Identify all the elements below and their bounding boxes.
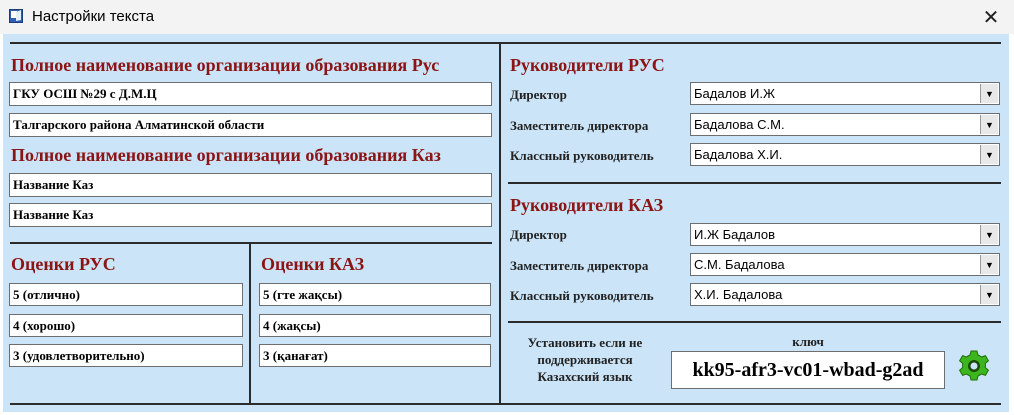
- grades-divider: [249, 242, 251, 404]
- leaders-kaz-heading: Руководители КАЗ: [510, 195, 664, 215]
- gear-icon[interactable]: [956, 348, 992, 384]
- window-title: Настройки текста: [32, 8, 155, 25]
- kazakh-support-note: Установить если не поддерживается Казахс…: [511, 334, 659, 385]
- application-icon: [9, 9, 23, 23]
- org-kaz-heading: Полное наименование организации образова…: [11, 145, 441, 165]
- rus-deputy-value: Бадалова С.М.: [694, 117, 785, 132]
- grade-rus-4-field[interactable]: 4 (хорошо): [9, 314, 243, 337]
- chevron-down-icon[interactable]: ▼: [980, 285, 998, 304]
- kaz-deputy-label: Заместитель директора: [510, 258, 649, 273]
- close-icon: ✕: [982, 6, 1000, 29]
- close-button[interactable]: ✕: [968, 0, 1014, 34]
- top-divider: [10, 42, 1001, 44]
- kaz-class-teacher-value: Х.И. Бадалова: [694, 287, 783, 302]
- grade-kaz-5-field[interactable]: 5 (гте жақсы): [259, 283, 491, 306]
- kaz-class-teacher-select[interactable]: Х.И. Бадалова ▼: [690, 283, 1000, 306]
- grade-kaz-3-field[interactable]: 3 (қанағат): [259, 344, 491, 367]
- rus-director-select[interactable]: Бадалов И.Ж ▼: [690, 82, 1000, 105]
- title-bar: Настройки текста ✕: [0, 0, 1014, 34]
- note-line-3: Казахский язык: [537, 369, 633, 384]
- rus-director-label: Директор: [510, 87, 567, 102]
- leaders-rus-heading: Руководители РУС: [510, 55, 665, 75]
- rus-deputy-label: Заместитель директора: [510, 118, 649, 133]
- rus-class-teacher-value: Бадалова Х.И.: [694, 147, 783, 162]
- bottom-divider: [10, 403, 1001, 405]
- chevron-down-icon[interactable]: ▼: [980, 145, 998, 164]
- right-section-divider-1: [508, 182, 1001, 184]
- rus-class-teacher-select[interactable]: Бадалова Х.И. ▼: [690, 143, 1000, 166]
- license-key-field[interactable]: kk95-afr3-vc01-wbad-g2ad: [671, 351, 945, 389]
- org-kaz-line1-field[interactable]: Название Каз: [9, 173, 492, 197]
- org-rus-line1-field[interactable]: ГКУ ОСШ №29 с Д.М.Ц: [9, 82, 492, 106]
- key-label: ключ: [792, 334, 824, 349]
- grades-rus-heading: Оценки РУС: [11, 254, 116, 274]
- rus-class-teacher-label: Классный руководитель: [510, 148, 654, 163]
- note-line-1: Установить если не: [527, 335, 643, 350]
- grade-kaz-4-field[interactable]: 4 (жақсы): [259, 314, 491, 337]
- note-line-2: поддерживается: [537, 352, 633, 367]
- grade-rus-3-field[interactable]: 3 (удовлетворительно): [9, 344, 243, 367]
- chevron-down-icon[interactable]: ▼: [980, 255, 998, 274]
- kaz-deputy-select[interactable]: С.М. Бадалова ▼: [690, 253, 1000, 276]
- kaz-director-value: И.Ж Бадалов: [694, 227, 776, 242]
- left-section-divider: [10, 242, 492, 244]
- kaz-class-teacher-label: Классный руководитель: [510, 288, 654, 303]
- chevron-down-icon[interactable]: ▼: [980, 225, 998, 244]
- kaz-director-select[interactable]: И.Ж Бадалов ▼: [690, 223, 1000, 246]
- grades-kaz-heading: Оценки КАЗ: [261, 254, 365, 274]
- grade-rus-5-field[interactable]: 5 (отлично): [9, 283, 243, 306]
- settings-panel: Полное наименование организации образова…: [3, 34, 1009, 412]
- right-section-divider-2: [508, 321, 1001, 323]
- kaz-deputy-value: С.М. Бадалова: [694, 257, 785, 272]
- rus-deputy-select[interactable]: Бадалова С.М. ▼: [690, 113, 1000, 136]
- rus-director-value: Бадалов И.Ж: [694, 86, 776, 101]
- kaz-director-label: Директор: [510, 227, 567, 242]
- org-kaz-line2-field[interactable]: Название Каз: [9, 203, 492, 227]
- chevron-down-icon[interactable]: ▼: [980, 115, 998, 134]
- chevron-down-icon[interactable]: ▼: [980, 84, 998, 103]
- org-rus-heading: Полное наименование организации образова…: [11, 55, 440, 75]
- org-rus-line2-field[interactable]: Талгарского района Алматинской области: [9, 113, 492, 137]
- center-divider: [499, 42, 501, 404]
